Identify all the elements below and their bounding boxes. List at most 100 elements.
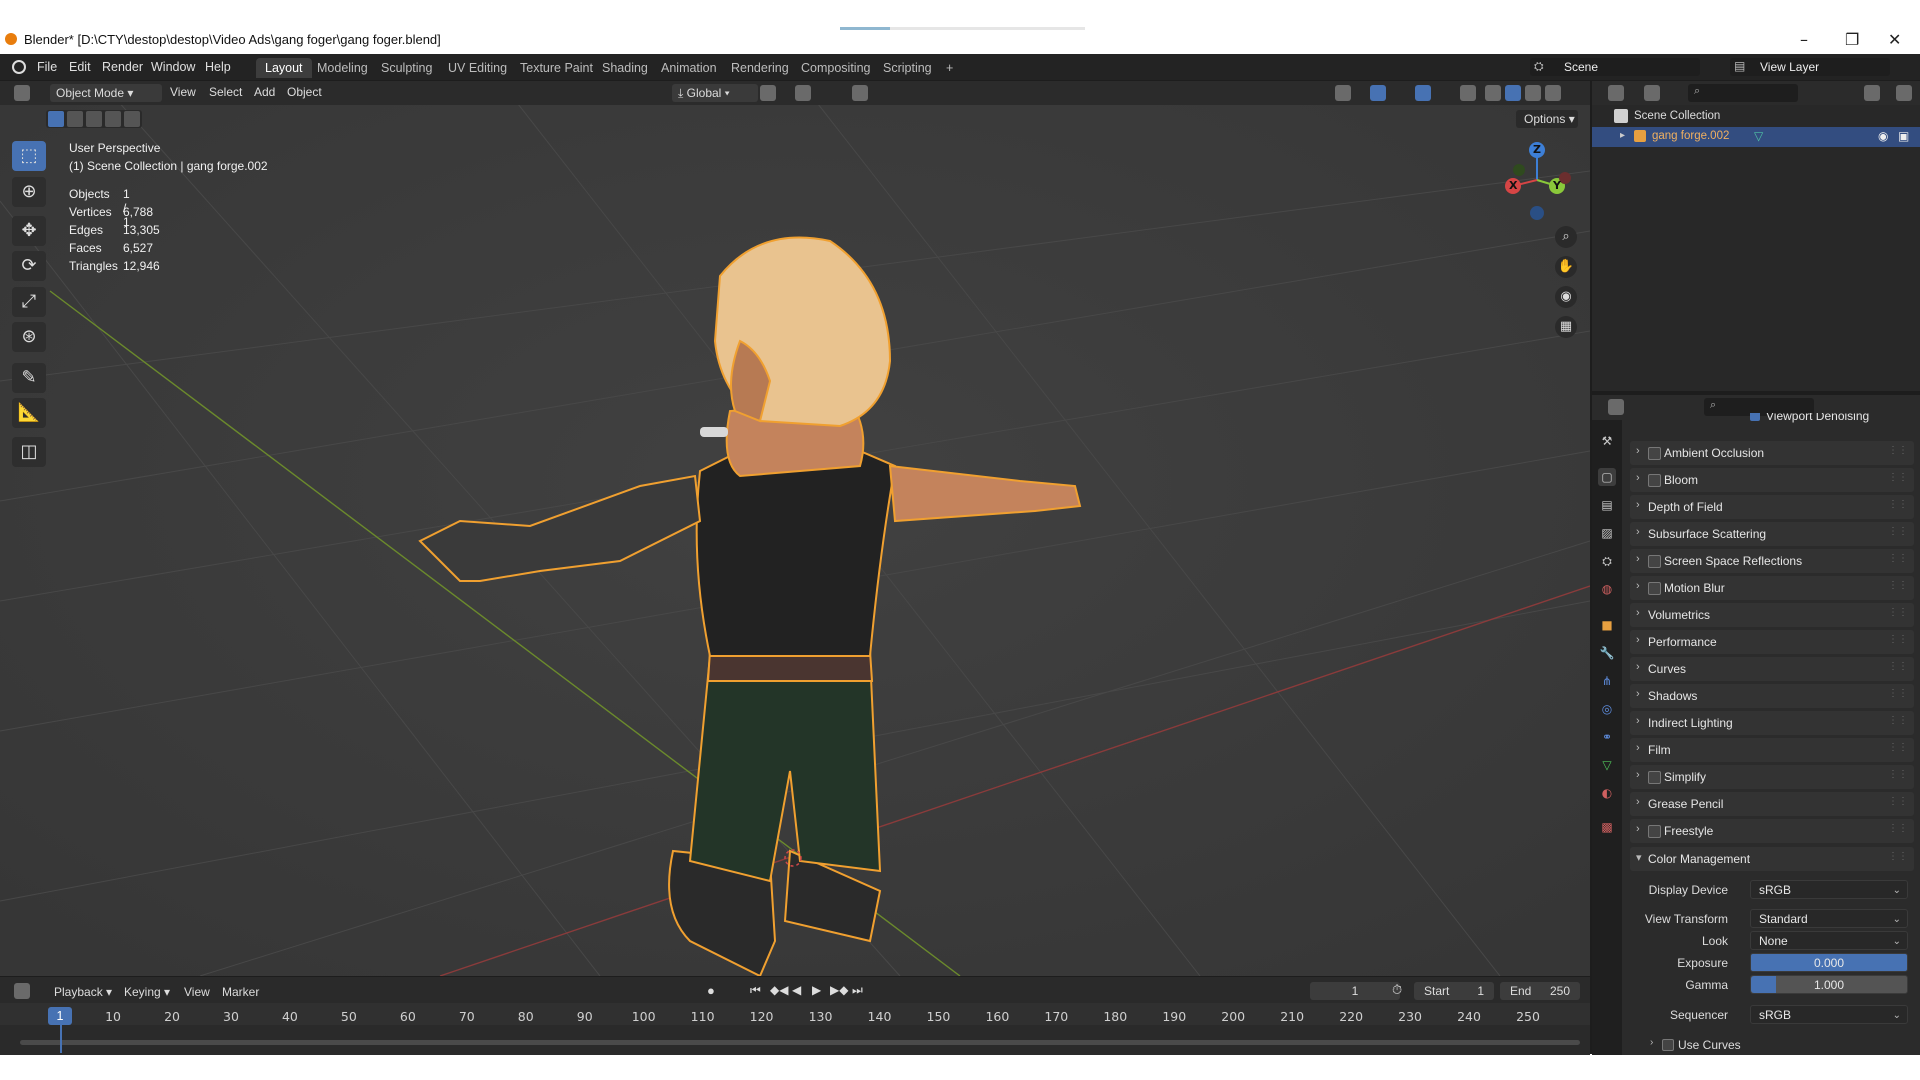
panel-enable-checkbox[interactable]: [1648, 555, 1661, 568]
tab-shading[interactable]: Shading: [593, 58, 657, 78]
select-box-tool[interactable]: ⬚: [12, 141, 46, 171]
visibility-eye-icon[interactable]: ◉: [1878, 129, 1888, 143]
physics-tab-icon[interactable]: ◎: [1598, 700, 1616, 718]
pivot-icon[interactable]: [760, 85, 776, 101]
new-collection-icon[interactable]: [1896, 85, 1912, 101]
use-curves-checkbox[interactable]: [1662, 1039, 1674, 1051]
scene-tab-icon[interactable]: ⛭: [1598, 552, 1616, 570]
snap-icon[interactable]: [795, 85, 811, 101]
start-frame-field[interactable]: Start 1: [1414, 982, 1494, 1000]
shading-solid-icon[interactable]: [1505, 85, 1521, 101]
drag-handle-icon[interactable]: ⋮⋮: [1888, 796, 1908, 807]
annotate-tool[interactable]: ✎: [12, 363, 46, 393]
rotate-tool[interactable]: ⟳: [12, 251, 46, 281]
cursor-tool[interactable]: ⊕: [12, 177, 46, 207]
menu-edit[interactable]: Edit: [69, 60, 91, 74]
menu-file[interactable]: File: [37, 60, 57, 74]
panel-grease-pencil[interactable]: › Grease Pencil ⋮⋮: [1630, 792, 1914, 816]
constraints-tab-icon[interactable]: ⚭: [1598, 728, 1616, 746]
play-reverse-icon[interactable]: ◀: [792, 983, 801, 997]
sequencer-select[interactable]: sRGB ⌄: [1750, 1005, 1908, 1024]
panel-simplify[interactable]: › Simplify ⋮⋮: [1630, 765, 1914, 789]
properties-editor-icon[interactable]: [1608, 399, 1624, 415]
menu-window[interactable]: Window: [151, 60, 195, 74]
panel-enable-checkbox[interactable]: [1648, 447, 1661, 460]
restore-button[interactable]: ❐: [1845, 30, 1859, 49]
3d-viewport[interactable]: [0, 81, 1590, 976]
zoom-icon[interactable]: ⌕: [1555, 226, 1577, 248]
tab-uv-editing[interactable]: UV Editing: [439, 58, 516, 78]
drag-handle-icon[interactable]: ⋮⋮: [1888, 742, 1908, 753]
record-icon[interactable]: ●: [707, 983, 715, 998]
close-button[interactable]: ✕: [1888, 30, 1901, 49]
select-extend-icon[interactable]: [67, 111, 83, 127]
panel-enable-checkbox[interactable]: [1648, 825, 1661, 838]
shading-wireframe-icon[interactable]: [1485, 85, 1501, 101]
drag-handle-icon[interactable]: ⋮⋮: [1888, 445, 1908, 456]
overlay-toggle-icon[interactable]: [1415, 85, 1431, 101]
panel-performance[interactable]: › Performance ⋮⋮: [1630, 630, 1914, 654]
vp-menu-object[interactable]: Object: [287, 85, 322, 99]
vp-menu-add[interactable]: Add: [254, 85, 275, 99]
select-invert-icon[interactable]: [105, 111, 121, 127]
panel-color-management[interactable]: ▾ Color Management ⋮⋮: [1630, 847, 1914, 871]
proportional-edit-icon[interactable]: [852, 85, 868, 101]
select-subtract-icon[interactable]: [86, 111, 102, 127]
expand-arrow-icon[interactable]: ▸: [1620, 130, 1625, 141]
pan-hand-icon[interactable]: ✋: [1555, 256, 1577, 278]
shading-material-icon[interactable]: [1525, 85, 1541, 101]
data-tab-icon[interactable]: ▽: [1598, 756, 1616, 774]
tab-layout[interactable]: Layout: [256, 58, 312, 78]
move-tool[interactable]: ✥: [12, 216, 46, 246]
vp-menu-view[interactable]: View: [170, 85, 196, 99]
drag-handle-icon[interactable]: ⋮⋮: [1888, 607, 1908, 618]
drag-handle-icon[interactable]: ⋮⋮: [1888, 715, 1908, 726]
ortho-toggle-icon[interactable]: ▦: [1555, 316, 1577, 338]
panel-shadows[interactable]: › Shadows ⋮⋮: [1630, 684, 1914, 708]
scale-tool[interactable]: ⤢: [12, 287, 46, 317]
outliner-editor-icon[interactable]: [1608, 85, 1624, 101]
denoising-checkbox[interactable]: [1750, 413, 1760, 421]
timeline-menu-keying[interactable]: Keying ▾: [124, 985, 170, 999]
measure-tool[interactable]: 📐: [12, 398, 46, 428]
tab-scripting[interactable]: Scripting: [874, 58, 941, 78]
outliner-search-input[interactable]: ⌕: [1688, 84, 1798, 102]
panel-depth-of-field[interactable]: › Depth of Field ⋮⋮: [1630, 495, 1914, 519]
panel-enable-checkbox[interactable]: [1648, 771, 1661, 784]
use-curves-row[interactable]: › Use Curves: [1650, 1037, 1850, 1051]
mode-selector[interactable]: Object Mode ▾: [50, 84, 162, 102]
output-tab-icon[interactable]: ▤: [1598, 496, 1616, 514]
end-frame-field[interactable]: End 250: [1500, 982, 1580, 1000]
exposure-slider[interactable]: 0.000: [1750, 953, 1908, 972]
tab-modeling[interactable]: Modeling: [308, 58, 377, 78]
timeline-menu-marker[interactable]: Marker: [222, 985, 259, 999]
panel-curves[interactable]: › Curves ⋮⋮: [1630, 657, 1914, 681]
drag-handle-icon[interactable]: ⋮⋮: [1888, 526, 1908, 537]
tab-rendering[interactable]: Rendering: [722, 58, 798, 78]
next-keyframe-icon[interactable]: ▶◆: [830, 983, 848, 997]
filter-icon[interactable]: [1864, 85, 1880, 101]
viewport-denoising-row[interactable]: Viewport Denoising: [1630, 413, 1914, 425]
menu-render[interactable]: Render: [102, 60, 143, 74]
particles-tab-icon[interactable]: ⋔: [1598, 672, 1616, 690]
drag-handle-icon[interactable]: ⋮⋮: [1888, 688, 1908, 699]
timeline-editor-icon[interactable]: [14, 983, 30, 999]
panel-film[interactable]: › Film ⋮⋮: [1630, 738, 1914, 762]
select-intersect-icon[interactable]: [124, 111, 140, 127]
drag-handle-icon[interactable]: ⋮⋮: [1888, 472, 1908, 483]
modifier-tab-icon[interactable]: 🔧: [1598, 644, 1616, 662]
panel-enable-checkbox[interactable]: [1648, 474, 1661, 487]
options-button[interactable]: Options ▾: [1516, 110, 1578, 128]
panel-bloom[interactable]: › Bloom ⋮⋮: [1630, 468, 1914, 492]
editor-type-icon[interactable]: [14, 85, 30, 101]
playhead[interactable]: 1: [48, 1007, 72, 1025]
stopwatch-icon[interactable]: ⏱: [1392, 982, 1402, 998]
panel-subsurface-scattering[interactable]: › Subsurface Scattering ⋮⋮: [1630, 522, 1914, 546]
panel-screen-space-reflections[interactable]: › Screen Space Reflections ⋮⋮: [1630, 549, 1914, 573]
render-camera-icon[interactable]: ▣: [1898, 129, 1909, 143]
transform-tool[interactable]: ⊛: [12, 322, 46, 352]
timeline-menu-view[interactable]: View: [184, 985, 210, 999]
timeline-scrollbar[interactable]: [20, 1040, 1580, 1045]
play-icon[interactable]: ▶: [812, 983, 821, 997]
world-tab-icon[interactable]: ◍: [1598, 580, 1616, 598]
